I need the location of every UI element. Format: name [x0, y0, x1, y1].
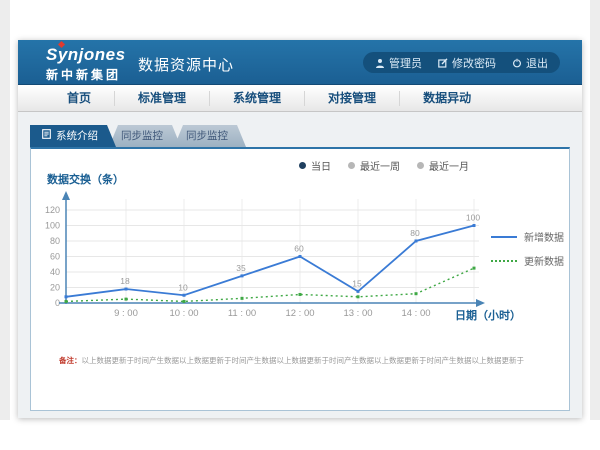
- power-icon: [512, 58, 522, 68]
- chart-panel: 当日 最近一周 最近一月 数据交换（条） 0204060801001209 : …: [30, 147, 570, 411]
- tab-label: 同步监控: [186, 125, 228, 147]
- nav-item-data-change[interactable]: 数据异动: [400, 91, 494, 106]
- content-area: 系统介绍 同步监控 同步监控 当日 最近一周: [18, 112, 582, 417]
- svg-text:60: 60: [50, 252, 60, 262]
- tab-sync-monitor-2[interactable]: 同步监控: [174, 125, 246, 147]
- svg-text:18: 18: [120, 276, 130, 286]
- tab-bar: 系统介绍 同步监控 同步监控: [30, 125, 246, 147]
- nav-item-system-mgmt[interactable]: 系统管理: [210, 91, 305, 106]
- tab-label: 同步监控: [121, 125, 163, 147]
- app-header: Synjones 新中新集团 数据资源中心 管理员 修改密码: [18, 40, 582, 85]
- svg-text:120: 120: [45, 205, 60, 215]
- logout-label: 退出: [526, 55, 548, 71]
- nav-item-interface-mgmt[interactable]: 对接管理: [305, 91, 400, 106]
- note-text: 以上数据更新于时间产生数据以上数据更新于时间产生数据以上数据更新于时间产生数据以…: [82, 356, 525, 365]
- note-prefix: 备注：: [59, 356, 82, 365]
- svg-text:11 : 00: 11 : 00: [228, 308, 256, 319]
- page-title: 数据资源中心: [138, 54, 234, 75]
- change-password-button[interactable]: 修改密码: [438, 55, 496, 71]
- brand-logo-text: Synjones: [46, 45, 126, 65]
- svg-text:10 : 00: 10 : 00: [169, 308, 198, 319]
- page-edge-right: [590, 0, 600, 420]
- svg-text:100: 100: [45, 221, 60, 231]
- tab-label: 系统介绍: [56, 125, 98, 147]
- user-toolbar: 管理员 修改密码 退出: [363, 52, 560, 73]
- brand-logo-subtext: 新中新集团: [46, 66, 126, 83]
- legend-item-new-data[interactable]: 新增数据: [491, 229, 564, 244]
- footer-note: 备注：以上数据更新于时间产生数据以上数据更新于时间产生数据以上数据更新于时间产生…: [59, 355, 555, 366]
- legend-label: 更新数据: [524, 253, 564, 268]
- dotted-line-swatch: [491, 260, 517, 262]
- current-user-button[interactable]: 管理员: [375, 55, 422, 71]
- app-window: Synjones 新中新集团 数据资源中心 管理员 修改密码: [18, 40, 582, 418]
- change-password-label: 修改密码: [452, 55, 496, 71]
- main-nav: 首页 标准管理 系统管理 对接管理 数据异动: [18, 85, 582, 112]
- edit-icon: [438, 58, 448, 68]
- logout-button[interactable]: 退出: [512, 55, 548, 71]
- svg-text:100: 100: [466, 213, 480, 223]
- svg-text:35: 35: [236, 263, 246, 273]
- svg-text:10: 10: [178, 282, 188, 292]
- page-edge-left: [0, 0, 10, 420]
- tab-system-intro[interactable]: 系统介绍: [30, 125, 116, 147]
- logo-wordmark: Synjones: [46, 45, 126, 64]
- current-user-label: 管理员: [389, 55, 422, 71]
- svg-text:9 : 00: 9 : 00: [114, 308, 138, 319]
- exchange-line-chart: 0204060801001209 : 0010 : 0011 : 0012 : …: [31, 149, 571, 412]
- svg-text:40: 40: [50, 267, 60, 277]
- svg-text:14 : 00: 14 : 00: [401, 308, 430, 319]
- svg-text:80: 80: [50, 236, 60, 246]
- chart-legend: 新增数据 更新数据: [491, 229, 564, 277]
- x-axis-title: 日期（小时）: [455, 307, 521, 323]
- svg-text:13 : 00: 13 : 00: [343, 308, 372, 319]
- legend-item-updated-data[interactable]: 更新数据: [491, 253, 564, 268]
- solid-line-swatch: [491, 236, 517, 238]
- legend-label: 新增数据: [524, 229, 564, 244]
- user-icon: [375, 58, 385, 68]
- svg-text:15: 15: [352, 278, 362, 288]
- tab-sync-monitor-1[interactable]: 同步监控: [109, 125, 181, 147]
- nav-item-home[interactable]: 首页: [44, 91, 115, 106]
- document-icon: [42, 125, 51, 147]
- svg-text:80: 80: [410, 228, 420, 238]
- svg-text:12 : 00: 12 : 00: [285, 308, 314, 319]
- screenshot-stage: Synjones 新中新集团 数据资源中心 管理员 修改密码: [0, 0, 600, 450]
- brand-logo: Synjones 新中新集团: [46, 45, 126, 83]
- svg-text:20: 20: [50, 283, 60, 293]
- nav-item-standard-mgmt[interactable]: 标准管理: [115, 91, 210, 106]
- svg-text:60: 60: [294, 244, 304, 254]
